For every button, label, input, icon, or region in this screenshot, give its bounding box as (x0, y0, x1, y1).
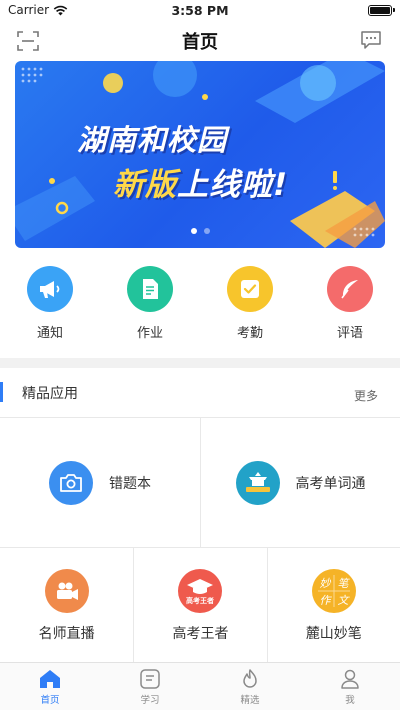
app-label: 名师直播 (38, 626, 95, 642)
quick-actions: 通知 作业 考勤 评语 (0, 266, 400, 346)
video-camera-icon (44, 569, 89, 613)
message-icon[interactable] (360, 30, 382, 50)
pager-dot-2[interactable] (203, 228, 210, 234)
tab-bar: 首页 学习 精选 我 (0, 662, 400, 710)
pager-dot-1[interactable] (190, 228, 197, 234)
person-icon (341, 669, 359, 689)
app-label: 高考王者 (172, 626, 229, 642)
promo-banner[interactable]: 湖南和校园 新版上线啦! (15, 61, 385, 248)
page-title: 首页 (182, 32, 218, 53)
banner-subheadline: 新版上线啦! (113, 159, 288, 204)
tab-me[interactable]: 我 (300, 663, 400, 710)
tab-home[interactable]: 首页 (0, 663, 100, 710)
home-icon (40, 670, 60, 688)
calligraphy-glyph: 笔 (337, 577, 350, 590)
flame-icon (243, 669, 257, 688)
app-badge-text: 高考王者 (186, 596, 214, 605)
checkbox-icon (227, 266, 273, 312)
navigation-bar: 首页 (0, 22, 400, 60)
apps-row: 错题本 高考单词通 (0, 418, 400, 548)
graduation-cap-icon: 高考王者 (178, 569, 223, 613)
battery-icon (368, 5, 395, 16)
notebook-icon (140, 669, 160, 689)
camera-icon (49, 460, 93, 505)
tab-label: 我 (345, 695, 355, 706)
app-teacher-live[interactable]: 名师直播 (0, 548, 133, 664)
quick-action-homework[interactable]: 作业 (100, 266, 200, 346)
feather-icon (327, 266, 373, 312)
calligraphy-glyph: 妙 (319, 577, 331, 590)
app-label: 错题本 (109, 475, 151, 492)
quick-action-comment[interactable]: 评语 (300, 266, 400, 346)
calligraphy-glyph: 作 (319, 594, 332, 607)
status-bar: Carrier 3:58 PM (0, 0, 400, 22)
tab-study[interactable]: 学习 (100, 663, 200, 710)
quick-action-label: 通知 (36, 326, 63, 341)
tab-featured[interactable]: 精选 (200, 663, 300, 710)
apps-row: 名师直播 高考王者 高考王者 妙笔作文 麓山妙笔 (0, 548, 400, 665)
quick-action-label: 考勤 (236, 326, 263, 341)
document-icon (127, 266, 173, 312)
app-gaokao-king[interactable]: 高考王者 高考王者 (133, 548, 266, 664)
tab-label: 首页 (40, 695, 60, 706)
megaphone-icon (27, 266, 73, 312)
tab-label: 精选 (240, 695, 260, 706)
home-screen: Carrier 3:58 PM 首页 湖南和校园 新版上线啦! 通知 作业 考勤… (0, 0, 400, 710)
app-lushan-pen[interactable]: 妙笔作文 麓山妙笔 (266, 548, 400, 664)
featured-apps-grid: 错题本 高考单词通 名师直播 高考王者 高考王者 妙 笔 作 文 麓山妙笔 (0, 418, 400, 665)
section-accent-bar (0, 382, 3, 402)
app-mistake-book[interactable]: 错题本 (0, 418, 200, 547)
banner-pager (15, 228, 385, 234)
quick-action-label: 评语 (336, 326, 363, 341)
app-label: 麓山妙笔 (305, 626, 362, 642)
calligraphy-glyph: 文 (337, 594, 350, 607)
app-label: 高考单词通 (295, 475, 366, 492)
tab-label: 学习 (140, 695, 160, 706)
more-link[interactable]: 更多 (354, 387, 378, 404)
section-title: 精品应用 (22, 386, 78, 402)
quick-action-notice[interactable]: 通知 (0, 266, 100, 346)
building-icon (235, 460, 280, 505)
calligraphy-icon: 妙笔作文 (311, 569, 356, 613)
banner-headline: 湖南和校园 (77, 123, 228, 157)
app-gaokao-words[interactable]: 高考单词通 (200, 418, 400, 547)
banner-highlight: 新版 (113, 167, 177, 203)
quick-action-label: 作业 (136, 326, 163, 341)
quick-action-attendance[interactable]: 考勤 (200, 266, 300, 346)
banner-subheadline-rest: 上线啦! (177, 167, 289, 203)
clock: 3:58 PM (171, 3, 229, 18)
featured-apps-header: 精品应用 更多 (0, 368, 400, 418)
section-divider (0, 358, 400, 368)
